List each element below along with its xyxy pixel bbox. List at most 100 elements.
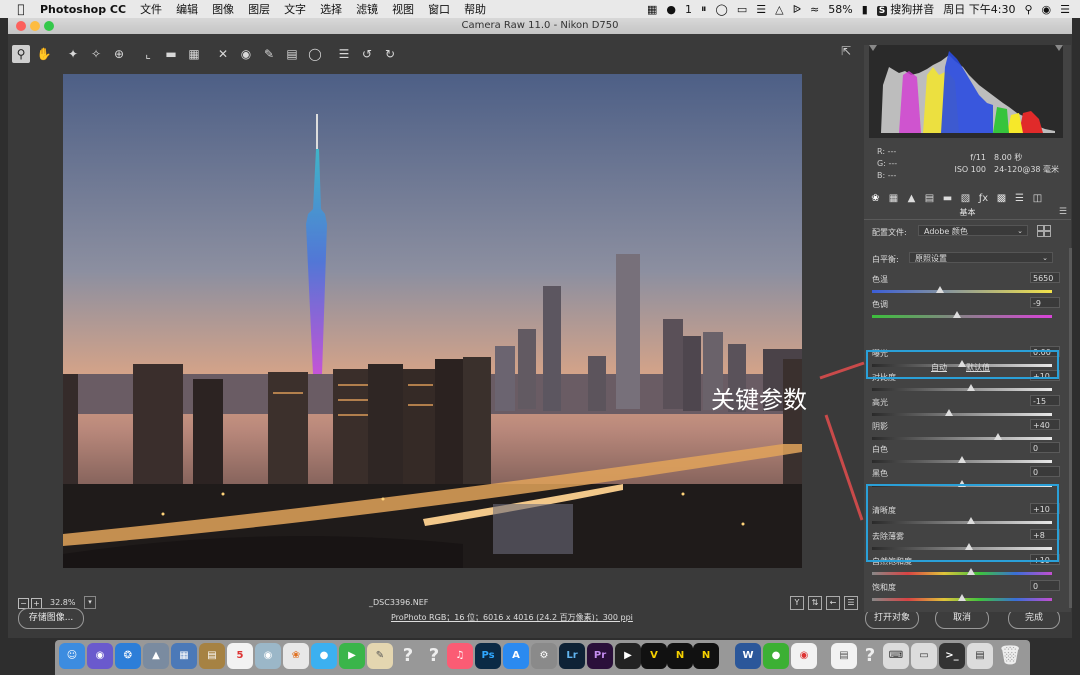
airplay-icon[interactable]: △ — [775, 3, 783, 16]
slider-thumb[interactable] — [958, 594, 966, 601]
safari-icon[interactable]: ❂ — [115, 643, 141, 669]
save-image-button[interactable]: 存储图像... — [18, 608, 84, 629]
detail-tab-icon[interactable]: ▲ — [904, 193, 919, 204]
preferences-icon[interactable]: ☰ — [335, 45, 353, 63]
rotate-right-icon[interactable]: ↻ — [381, 45, 399, 63]
zoom-tool-icon[interactable]: ⚲ — [12, 45, 30, 63]
slider-value-field[interactable]: +40 — [1030, 419, 1060, 430]
keyboard-icon[interactable]: ⌨ — [883, 643, 909, 669]
preview-icon[interactable]: ▦ — [171, 643, 197, 669]
photoshop-icon[interactable]: Ps — [475, 643, 501, 669]
swap-settings-icon[interactable]: ⇅ — [808, 596, 822, 610]
hand-tool-icon[interactable]: ✋ — [35, 45, 53, 63]
zoom-dropdown[interactable]: ▾ — [84, 596, 96, 609]
pause-icon[interactable]: ⏸ — [701, 2, 707, 16]
slider-thumb[interactable] — [967, 384, 975, 391]
clock[interactable]: 周日 下午4:30 — [943, 1, 1015, 17]
window-icon[interactable]: ▭ — [911, 643, 937, 669]
trash-icon[interactable]: 🗑 — [997, 643, 1023, 669]
workflow-options-link[interactable]: ProPhoto RGB；16 位；6016 x 4016 (24.2 百万像素… — [391, 612, 633, 623]
nikon-app-icon[interactable]: V — [641, 643, 667, 669]
textedit-icon[interactable]: ✎ — [367, 643, 393, 669]
slider-thumb[interactable] — [958, 456, 966, 463]
terminal-icon[interactable]: >_ — [939, 643, 965, 669]
notes-icon[interactable]: ▤ — [199, 643, 225, 669]
slider-thumb[interactable] — [945, 409, 954, 416]
slider-track[interactable] — [872, 290, 1052, 293]
toggle-settings-icon[interactable]: ☰ — [844, 596, 858, 610]
snapshots-tab-icon[interactable]: ◫ — [1030, 193, 1045, 204]
profile-dropdown[interactable]: Adobe 颜色 ⌄ — [918, 225, 1028, 236]
apple-icon[interactable]:  — [14, 2, 28, 16]
unknown-app-icon-3[interactable]: ? — [857, 643, 883, 669]
premiere-icon[interactable]: Pr — [587, 643, 613, 669]
before-after-toggle[interactable]: Y — [790, 596, 804, 610]
presets-tab-icon[interactable]: ☰ — [1012, 193, 1027, 204]
profile-browser-icon[interactable] — [1037, 225, 1051, 237]
calibration-tab-icon[interactable]: ▩ — [994, 193, 1009, 204]
display-icon[interactable]: ▭ — [737, 3, 747, 16]
nikon-app-icon-2[interactable]: N — [667, 643, 693, 669]
slider-track[interactable] — [872, 315, 1052, 318]
menu-edit[interactable]: 编辑 — [176, 1, 198, 17]
spot-removal-tool-icon[interactable]: ✕ — [214, 45, 232, 63]
app-menu[interactable]: Photoshop CC — [40, 3, 126, 16]
rotate-left-icon[interactable]: ↺ — [358, 45, 376, 63]
fx-tab-icon[interactable]: ƒx — [976, 193, 991, 204]
slider-value-field[interactable]: 0 — [1030, 442, 1060, 453]
input-method[interactable]: S 搜狗拼音 — [876, 1, 934, 17]
menu-help[interactable]: 帮助 — [464, 1, 486, 17]
panel-menu-icon[interactable]: ☰ — [1059, 207, 1067, 217]
slider-thumb[interactable] — [967, 568, 975, 575]
close-window-button[interactable] — [16, 21, 26, 31]
minimize-window-button[interactable] — [30, 21, 40, 31]
grid-status-icon[interactable]: ▦ — [647, 3, 657, 16]
slider-track[interactable] — [872, 437, 1052, 440]
slider-value-field[interactable]: 0 — [1030, 580, 1060, 591]
slider-track[interactable] — [872, 413, 1052, 416]
slider-thumb[interactable] — [952, 311, 961, 318]
menu-image[interactable]: 图像 — [212, 1, 234, 17]
color-sampler-tool-icon[interactable]: ✧ — [87, 45, 105, 63]
word-icon[interactable]: W — [735, 643, 761, 669]
nikon-app-icon-3[interactable]: N — [693, 643, 719, 669]
finder-icon[interactable]: ☺ — [59, 643, 85, 669]
unknown-app-icon[interactable]: ? — [395, 643, 421, 669]
chrome-icon[interactable]: ◉ — [791, 643, 817, 669]
slider-track[interactable] — [872, 388, 1052, 391]
list-icon[interactable]: ☰ — [756, 3, 766, 16]
crop-tool-icon[interactable]: ⌞ — [139, 45, 157, 63]
menu-layer[interactable]: 图层 — [248, 1, 270, 17]
launchpad-icon[interactable]: ▲ — [143, 643, 169, 669]
wechat-status-icon[interactable]: ● — [666, 3, 676, 16]
transform-tool-icon[interactable]: ▦ — [185, 45, 203, 63]
zoom-window-button[interactable] — [44, 21, 54, 31]
targeted-adjustment-tool-icon[interactable]: ⊕ — [110, 45, 128, 63]
copy-settings-icon[interactable]: ← — [826, 596, 840, 610]
maps-icon[interactable]: ◉ — [255, 643, 281, 669]
menu-filter[interactable]: 滤镜 — [356, 1, 378, 17]
battery-icon[interactable]: ▮ — [862, 3, 868, 16]
calendar-icon[interactable]: 5 — [227, 643, 253, 669]
slider-thumb[interactable] — [994, 433, 1002, 440]
slider-value-field[interactable]: 0 — [1030, 466, 1060, 477]
media-player-icon[interactable]: ▶ — [615, 643, 641, 669]
slider-value-field[interactable]: -15 — [1030, 395, 1060, 406]
siri-icon[interactable]: ◉ — [87, 643, 113, 669]
lightroom-icon[interactable]: Lr — [559, 643, 585, 669]
bluetooth-icon[interactable]: ᐉ — [793, 3, 801, 16]
unknown-app-icon-2[interactable]: ? — [421, 643, 447, 669]
notification-center-icon[interactable]: ☰ — [1060, 3, 1070, 16]
tone-curve-tab-icon[interactable]: ▦ — [886, 193, 901, 204]
toggle-fullscreen-icon[interactable]: ⇱ — [838, 44, 854, 60]
system-preferences-icon[interactable]: ⚙ — [531, 643, 557, 669]
menu-file[interactable]: 文件 — [140, 1, 162, 17]
panel-scrollbar[interactable] — [1069, 248, 1072, 608]
menu-view[interactable]: 视图 — [392, 1, 414, 17]
search-icon[interactable]: ⚲ — [1024, 3, 1032, 16]
slider-track[interactable] — [872, 572, 1052, 575]
straighten-tool-icon[interactable]: ▬ — [162, 45, 180, 63]
slider-thumb[interactable] — [936, 286, 945, 293]
white-balance-tool-icon[interactable]: ✦ — [64, 45, 82, 63]
photo-preview[interactable] — [63, 74, 802, 568]
